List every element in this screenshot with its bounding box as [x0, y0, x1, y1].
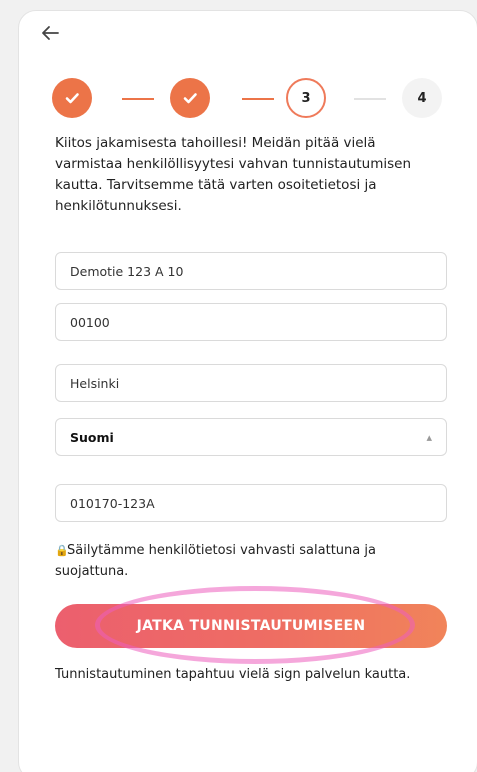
- continue-to-identification-button[interactable]: JATKA TUNNISTAUTUMISEEN: [55, 604, 447, 648]
- step-number: 4: [417, 90, 427, 106]
- step-connector: [242, 98, 274, 100]
- privacy-note: 🔒Säilytämme henkilötietosi vahvasti sala…: [55, 540, 435, 582]
- step-connector: [122, 98, 154, 100]
- identification-note: Tunnistautuminen tapahtuu vielä sign pal…: [55, 667, 411, 682]
- intro-text: Kiitos jakamisesta tahoillesi! Meidän pi…: [55, 135, 412, 214]
- check-icon: [183, 93, 197, 104]
- step-4-pending: 4: [402, 78, 442, 118]
- arrow-left-icon: [42, 26, 59, 40]
- country-select-value: Suomi: [70, 429, 114, 445]
- progress-stepper: 3 4: [52, 78, 448, 120]
- chevron-up-down-icon: ▴: [426, 430, 432, 444]
- check-icon: [65, 93, 79, 104]
- step-1-done: [52, 78, 92, 118]
- postal-code-input[interactable]: 00100: [55, 303, 447, 341]
- step-connector: [354, 98, 386, 100]
- privacy-text: Säilytämme henkilötietosi vahvasti salat…: [55, 543, 376, 579]
- city-input[interactable]: Helsinki: [55, 364, 447, 402]
- step-number: 3: [301, 90, 311, 106]
- cta-container: JATKA TUNNISTAUTUMISEEN: [55, 586, 447, 664]
- lock-icon: 🔒: [55, 544, 69, 557]
- step-2-done: [170, 78, 210, 118]
- ssn-input[interactable]: 010170-123A: [55, 484, 447, 522]
- country-select[interactable]: Suomi ▴: [55, 418, 447, 456]
- back-button[interactable]: [40, 24, 62, 44]
- step-3-current: 3: [286, 78, 326, 118]
- street-address-input[interactable]: Demotie 123 A 10: [55, 252, 447, 290]
